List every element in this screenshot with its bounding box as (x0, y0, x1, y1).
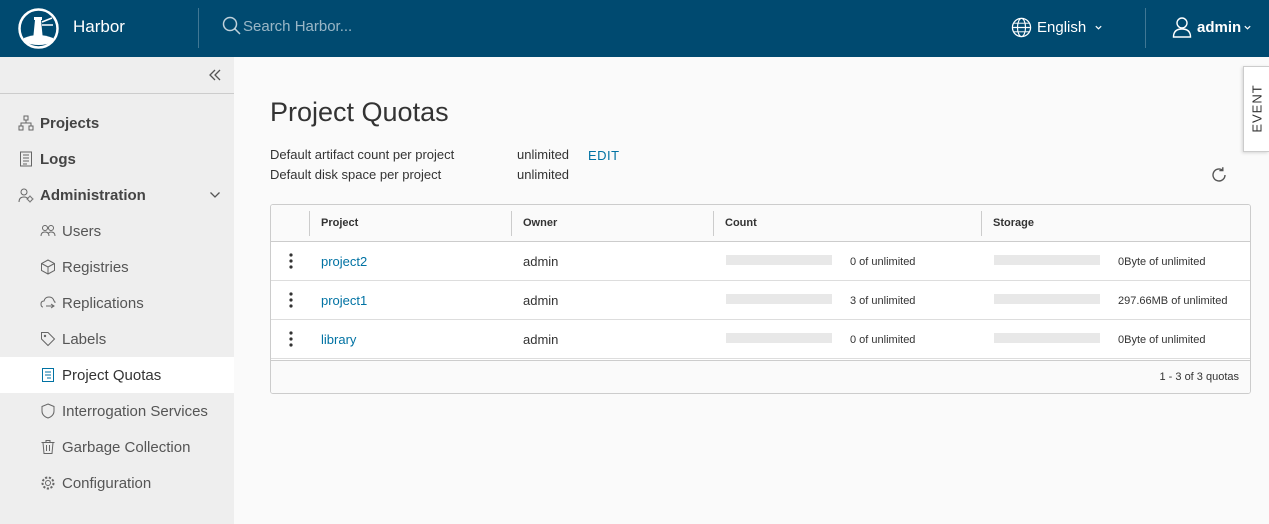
brand-name[interactable]: Harbor (73, 17, 125, 37)
sidebar-item-label: Configuration (62, 474, 152, 492)
table-row: project2 admin 0 of unlimited 0Byte of u… (271, 242, 1250, 281)
registries-icon (41, 259, 55, 275)
interrogation-icon (41, 403, 55, 419)
row-actions-icon[interactable] (285, 330, 297, 348)
storage-text: 0Byte of unlimited (1118, 256, 1206, 268)
user-menu[interactable]: admin (1172, 16, 1252, 38)
language-label: English (1037, 19, 1087, 36)
datagrid-header: Project Owner Count Storage (271, 205, 1250, 242)
header-divider (198, 8, 199, 48)
sidebar-divider (0, 93, 234, 94)
refresh-icon[interactable] (1210, 166, 1228, 184)
count-text: 0 of unlimited (850, 256, 916, 268)
sidebar-item-garbage-collection[interactable]: Garbage Collection (0, 429, 234, 465)
owner-cell: admin (523, 254, 559, 269)
user-icon (1172, 17, 1192, 38)
chevron-down-icon (210, 192, 220, 198)
page-title: Project Quotas (270, 97, 449, 127)
edit-quota-button[interactable]: EDIT (588, 148, 620, 163)
row-actions-icon[interactable] (285, 291, 297, 309)
trash-icon (41, 440, 55, 454)
globe-icon (1011, 17, 1032, 38)
chevron-down-icon (1244, 25, 1251, 30)
sidebar-item-label: Replications (62, 294, 144, 312)
default-count-value: unlimited (517, 147, 570, 162)
sidebar-item-label: Administration (40, 186, 146, 204)
top-header: Harbor English admin (0, 0, 1269, 57)
row-actions-icon[interactable] (285, 252, 297, 270)
harbor-logo-icon[interactable] (18, 8, 59, 49)
header-divider (1145, 8, 1146, 48)
owner-cell: admin (523, 332, 559, 347)
projects-icon (18, 115, 34, 131)
storage-progress-bar (994, 294, 1100, 304)
replications-icon (40, 296, 56, 309)
default-storage-value: unlimited (517, 167, 570, 182)
count-progress-bar (726, 333, 832, 343)
global-search[interactable] (222, 16, 543, 36)
sidebar-item-label: Projects (40, 114, 100, 132)
users-icon (40, 225, 56, 237)
chevron-down-icon (1095, 25, 1102, 30)
sidebar-item-label: Users (62, 222, 102, 240)
count-progress-bar (726, 255, 832, 265)
sidebar-item-labels[interactable]: Labels (0, 321, 234, 357)
sidebar-item-label: Interrogation Services (62, 402, 208, 420)
column-header-project[interactable]: Project (309, 205, 358, 242)
project-link[interactable]: library (321, 332, 356, 347)
sidebar-item-project-quotas[interactable]: Project Quotas (0, 357, 234, 393)
storage-text: 0Byte of unlimited (1118, 334, 1206, 346)
sidebar-item-registries[interactable]: Registries (0, 249, 234, 285)
owner-cell: admin (523, 293, 559, 308)
sidebar-item-label: Garbage Collection (62, 438, 191, 456)
count-text: 0 of unlimited (850, 334, 916, 346)
username: admin (1197, 18, 1242, 36)
logs-icon (20, 151, 32, 167)
gear-icon (41, 476, 55, 490)
project-link[interactable]: project1 (321, 293, 367, 308)
table-row: project1 admin 3 of unlimited 297.66MB o… (271, 281, 1250, 320)
sidebar-item-administration[interactable]: Administration (0, 177, 234, 213)
pagination-summary: 1 - 3 of 3 quotas (1159, 371, 1240, 383)
labels-icon (41, 332, 56, 347)
language-selector[interactable]: English (1011, 17, 1103, 38)
datagrid-footer: 1 - 3 of 3 quotas (271, 360, 1250, 393)
event-tab-label: EVENT (1249, 84, 1265, 133)
sidebar-item-logs[interactable]: Logs (0, 141, 234, 177)
sidebar: Projects Logs Administration Users Regis… (0, 57, 234, 524)
main-content: Project Quotas Default artifact count pe… (234, 57, 1269, 524)
collapse-sidebar-icon[interactable] (208, 68, 222, 82)
administration-icon (18, 188, 34, 203)
sidebar-item-label: Registries (62, 258, 129, 276)
sidebar-item-label: Labels (62, 330, 107, 348)
column-header-count[interactable]: Count (713, 205, 757, 242)
sidebar-item-users[interactable]: Users (0, 213, 234, 249)
count-progress-bar (726, 294, 832, 304)
search-icon (222, 16, 241, 35)
sidebar-item-configuration[interactable]: Configuration (0, 465, 234, 501)
sidebar-item-label: Project Quotas (62, 366, 162, 384)
project-link[interactable]: project2 (321, 254, 367, 269)
sidebar-item-replications[interactable]: Replications (0, 285, 234, 321)
count-text: 3 of unlimited (850, 295, 916, 307)
sidebar-item-interrogation-services[interactable]: Interrogation Services (0, 393, 234, 429)
search-input[interactable] (243, 17, 543, 35)
storage-progress-bar (994, 333, 1100, 343)
default-storage-label: Default disk space per project (270, 167, 442, 182)
default-count-label: Default artifact count per project (270, 147, 455, 162)
storage-text: 297.66MB of unlimited (1118, 295, 1228, 307)
column-header-storage[interactable]: Storage (981, 205, 1034, 242)
table-row: library admin 0 of unlimited 0Byte of un… (271, 320, 1250, 359)
quota-datagrid: Project Owner Count Storage project2 adm… (270, 204, 1251, 394)
storage-progress-bar (994, 255, 1100, 265)
event-panel-tab[interactable]: EVENT (1243, 66, 1269, 152)
column-header-owner[interactable]: Owner (511, 205, 557, 242)
sidebar-item-label: Logs (40, 150, 76, 168)
sidebar-item-projects[interactable]: Projects (0, 105, 234, 141)
project-quotas-icon (42, 368, 54, 382)
